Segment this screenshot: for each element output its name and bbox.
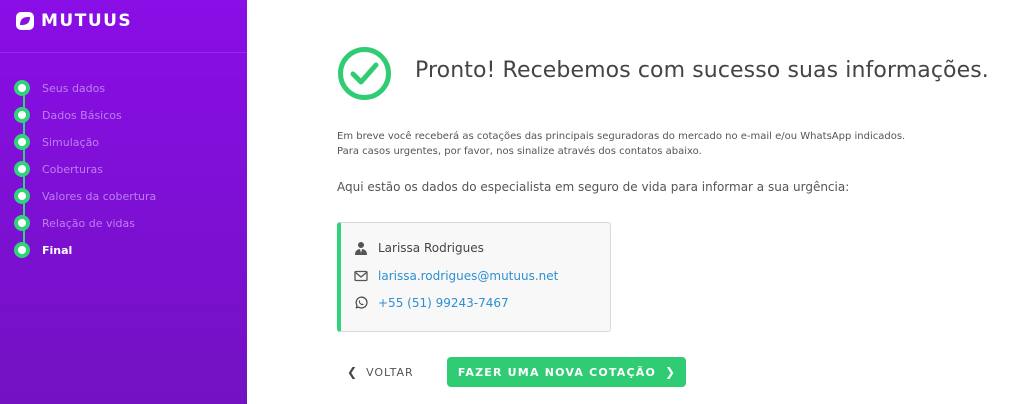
chevron-left-icon: ❮ (347, 365, 358, 379)
logo-text: mutuus (41, 11, 133, 31)
new-quote-button[interactable]: FAZER UMA NOVA COTAÇÃO ❯ (447, 357, 686, 387)
info-paragraph-2: Para casos urgentes, por favor, nos sina… (337, 146, 702, 157)
mail-icon (353, 268, 369, 284)
step-final[interactable]: Final (14, 240, 72, 260)
logo[interactable]: mutuus (15, 10, 132, 32)
step-relacao-de-vidas[interactable]: Relação de vidas (14, 213, 135, 233)
step-label: Simulação (42, 135, 100, 149)
sidebar-divider (0, 52, 247, 53)
step-label: Final (42, 243, 73, 257)
whatsapp-icon (353, 295, 369, 311)
step-label: Coberturas (42, 162, 103, 176)
step-label: Dados Básicos (42, 108, 122, 122)
step-seus-dados[interactable]: Seus dados (14, 78, 105, 98)
specialist-phone-link[interactable]: +55 (51) 99243-7467 (378, 296, 509, 310)
step-done-icon (14, 188, 30, 204)
step-label: Seus dados (42, 81, 106, 95)
step-active-icon (14, 242, 30, 258)
page-title: Pronto! Recebemos com sucesso suas infor… (415, 58, 989, 83)
step-simulacao[interactable]: Simulação (14, 132, 99, 152)
logo-mark-icon (15, 11, 35, 31)
step-label: Valores da cobertura (42, 189, 157, 203)
specialist-email-link[interactable]: larissa.rodrigues@mutuus.net (378, 269, 558, 283)
chevron-right-icon: ❯ (665, 365, 676, 379)
specialist-name-row: Larissa Rodrigues (353, 240, 484, 256)
specialist-phone-row[interactable]: +55 (51) 99243-7467 (353, 295, 509, 311)
step-done-icon (14, 215, 30, 231)
specialist-name: Larissa Rodrigues (378, 241, 484, 255)
back-button[interactable]: ❮ VOLTAR (347, 363, 414, 381)
info-paragraph-1: Em breve você receberá as cotações das p… (337, 131, 906, 142)
specialist-email-row[interactable]: larissa.rodrigues@mutuus.net (353, 268, 558, 284)
main-content: Pronto! Recebemos com sucesso suas infor… (247, 0, 1024, 404)
step-done-icon (14, 134, 30, 150)
success-check-icon (337, 46, 392, 101)
user-icon (353, 240, 369, 256)
step-done-icon (14, 161, 30, 177)
step-label: Relação de vidas (42, 216, 135, 230)
step-done-icon (14, 107, 30, 123)
specialist-card: Larissa Rodrigues larissa.rodrigues@mutu… (337, 222, 611, 332)
step-done-icon (14, 80, 30, 96)
back-button-label: VOLTAR (366, 365, 414, 379)
step-dados-basicos[interactable]: Dados Básicos (14, 105, 122, 125)
new-quote-button-label: FAZER UMA NOVA COTAÇÃO (457, 365, 656, 379)
step-valores-da-cobertura[interactable]: Valores da cobertura (14, 186, 156, 206)
specialist-intro: Aqui estão os dados do especialista em s… (337, 180, 850, 194)
sidebar: mutuus Seus dados Dados Básicos Simulaçã… (0, 0, 247, 404)
step-coberturas[interactable]: Coberturas (14, 159, 103, 179)
